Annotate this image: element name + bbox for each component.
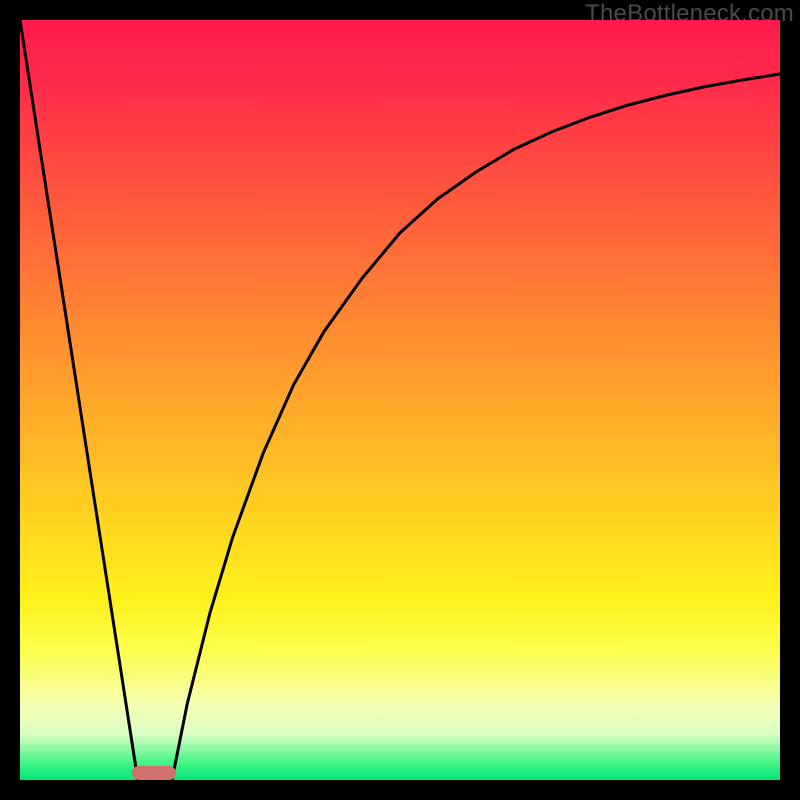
curve-left-branch (20, 20, 138, 780)
plot-area (20, 20, 780, 780)
curve-right-branch (172, 74, 780, 780)
curve-svg (20, 20, 780, 780)
optimum-marker (132, 766, 175, 780)
chart-frame: TheBottleneck.com (0, 0, 800, 800)
